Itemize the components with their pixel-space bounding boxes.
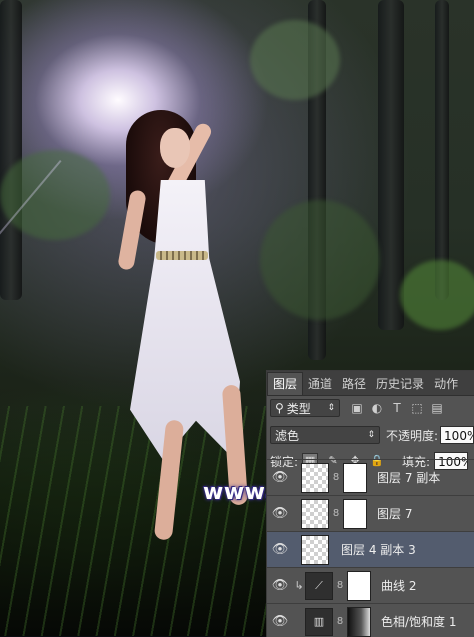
tab-actions[interactable]: 动作: [429, 373, 463, 395]
layer-mask-thumbnail: [347, 606, 371, 637]
eye-icon[interactable]: 👁: [267, 578, 293, 593]
layer-row[interactable]: 👁 8 图层 7 副本: [267, 459, 474, 495]
shape-filter-icon[interactable]: ⬚: [410, 401, 424, 415]
eye-icon[interactable]: 👁: [267, 614, 293, 629]
chevron-updown-icon: ⇕: [327, 403, 335, 413]
eye-icon[interactable]: 👁: [267, 470, 293, 485]
layer-row-selected[interactable]: 👁 图层 4 副本 3: [267, 531, 474, 567]
blend-row: 滤色 ⇕ 不透明度: 100%: [270, 424, 474, 446]
layer-thumbnail: [301, 534, 329, 565]
layer-name: 曲线 2: [381, 579, 417, 593]
tab-channels[interactable]: 通道: [303, 373, 337, 395]
layer-name: 图层 7 副本: [377, 471, 441, 485]
layer-mask-thumbnail: [347, 570, 371, 601]
link-icon: 8: [332, 508, 340, 519]
link-icon: 8: [336, 580, 344, 591]
clipping-arrow-icon: ↳: [294, 579, 304, 592]
tab-layers[interactable]: 图层: [267, 372, 304, 395]
opacity-input[interactable]: 100%: [440, 426, 474, 444]
layer-thumbnail: [301, 462, 329, 493]
layers-panel: 图层 通道 路径 历史记录 动作 ⚲ 类型 ⇕ ▣ ◐ T ⬚ ▤ 滤色 ⇕ 不…: [266, 370, 474, 637]
layer-mask-thumbnail: [343, 498, 367, 529]
layer-row[interactable]: 👁 8 图层 7: [267, 495, 474, 531]
eye-icon[interactable]: 👁: [267, 542, 293, 557]
tab-paths[interactable]: 路径: [337, 373, 371, 395]
opacity-label: 不透明度:: [386, 428, 439, 443]
type-filter-icon[interactable]: T: [390, 401, 404, 415]
blend-mode-select[interactable]: 滤色 ⇕: [270, 426, 380, 444]
layer-name: 图层 4 副本 3: [341, 543, 416, 557]
layer-name: 图层 7: [377, 507, 413, 521]
layer-row[interactable]: 👁 ▥ 8 色相/饱和度 1: [267, 603, 474, 637]
filter-kind-label: 类型: [286, 401, 311, 416]
filter-row: ⚲ 类型 ⇕ ▣ ◐ T ⬚ ▤: [270, 397, 474, 419]
curves-adjustment-icon: ⟋: [305, 571, 333, 600]
layer-mask-thumbnail: [343, 462, 367, 493]
adjustment-filter-icon[interactable]: ◐: [370, 401, 384, 415]
layer-thumbnail: [301, 498, 329, 529]
blend-mode-value: 滤色: [275, 428, 300, 443]
hue-saturation-adjustment-icon: ▥: [305, 607, 333, 636]
layer-name: 色相/饱和度 1: [381, 615, 457, 629]
panel-tabs: 图层 通道 路径 历史记录 动作: [267, 371, 474, 396]
image-filter-icon[interactable]: ▣: [350, 401, 364, 415]
smart-object-filter-icon[interactable]: ▤: [430, 401, 444, 415]
layer-list: 👁 8 图层 7 副本 👁 8 图层 7 👁 图层 4 副本 3 👁 ↳ ⟋ 8…: [267, 459, 474, 637]
eye-icon[interactable]: 👁: [267, 506, 293, 521]
link-icon: 8: [332, 472, 340, 483]
tab-history[interactable]: 历史记录: [371, 373, 429, 395]
layer-row[interactable]: 👁 ↳ ⟋ 8 曲线 2: [267, 567, 474, 603]
link-icon: 8: [336, 616, 344, 627]
chevron-updown-icon: ⇕: [367, 430, 375, 440]
search-icon: ⚲: [275, 401, 284, 415]
filter-kind-select[interactable]: ⚲ 类型 ⇕: [270, 399, 340, 417]
